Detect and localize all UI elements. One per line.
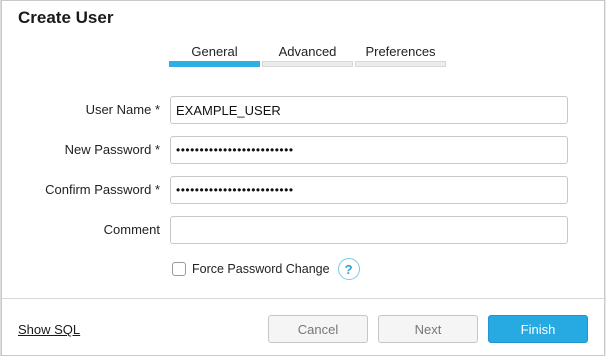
- user-name-input[interactable]: [170, 96, 568, 124]
- help-glyph: ?: [344, 261, 353, 277]
- tab-general-label: General: [191, 44, 238, 59]
- create-user-dialog: Create User General Advanced Preferences…: [1, 0, 606, 356]
- confirm-password-label: Confirm Password *: [45, 182, 160, 197]
- dialog-title: Create User: [18, 8, 114, 27]
- tab-preferences[interactable]: Preferences: [355, 43, 446, 67]
- footer-divider: [2, 298, 606, 299]
- tab-advanced-indicator: [262, 61, 353, 67]
- show-sql-link[interactable]: Show SQL: [18, 322, 80, 337]
- required-mark: *: [154, 102, 160, 117]
- comment-input[interactable]: [170, 216, 568, 244]
- user-name-label: User Name *: [85, 102, 160, 117]
- help-icon[interactable]: ?: [337, 258, 360, 280]
- comment-label: Comment: [103, 222, 160, 237]
- new-password-input[interactable]: [170, 136, 568, 164]
- required-mark: *: [154, 142, 160, 157]
- force-password-change-row: Force Password Change ?: [172, 258, 360, 280]
- force-password-change-checkbox[interactable]: [172, 262, 186, 276]
- tab-general[interactable]: General: [169, 43, 260, 67]
- tab-preferences-indicator: [355, 61, 446, 67]
- tab-preferences-label: Preferences: [365, 44, 436, 59]
- tab-strip: General Advanced Preferences: [169, 43, 446, 67]
- new-password-row: New Password *: [2, 136, 606, 164]
- confirm-password-input[interactable]: [170, 176, 568, 204]
- finish-button[interactable]: Finish: [488, 315, 588, 343]
- next-button[interactable]: Next: [378, 315, 478, 343]
- tab-advanced[interactable]: Advanced: [262, 43, 353, 67]
- comment-row: Comment: [2, 216, 606, 244]
- confirm-password-row: Confirm Password *: [2, 176, 606, 204]
- tab-advanced-label: Advanced: [278, 44, 337, 59]
- new-password-label: New Password *: [64, 142, 160, 157]
- force-password-change-label: Force Password Change: [192, 262, 330, 276]
- required-mark: *: [154, 182, 160, 197]
- tab-general-indicator: [169, 61, 260, 67]
- cancel-button[interactable]: Cancel: [268, 315, 368, 343]
- user-name-row: User Name *: [2, 96, 606, 124]
